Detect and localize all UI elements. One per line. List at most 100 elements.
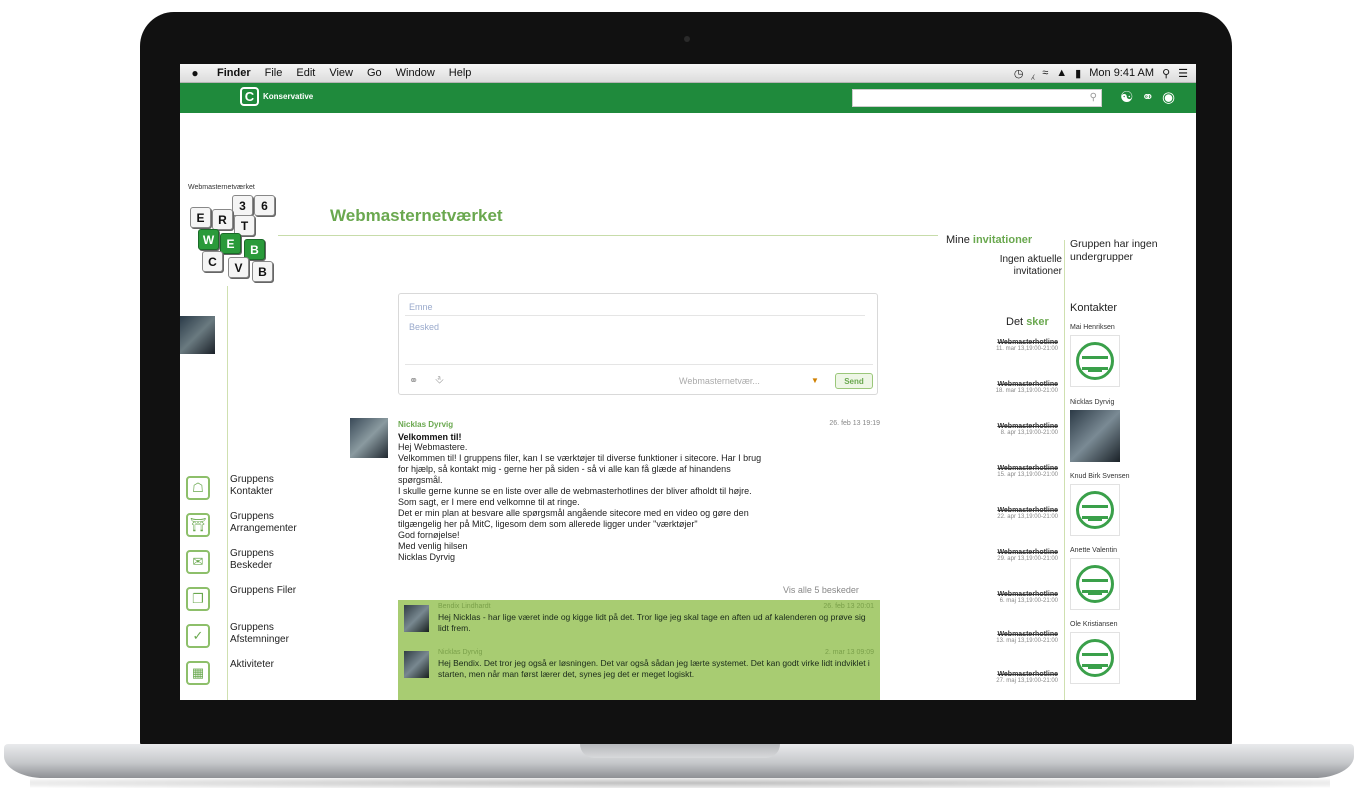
contact-name[interactable]: Mai Henriksen <box>1070 324 1190 331</box>
contact-card[interactable]: Mai Henriksen <box>1070 324 1190 387</box>
show-all-link[interactable]: Vis alle 5 beskeder <box>783 585 859 595</box>
reply-text: Hej Bendix. Det tror jeg også er løsning… <box>438 658 870 679</box>
event-item[interactable]: Webmasterhotline 22. apr 13,19:00-21:00 <box>940 507 1058 520</box>
invitations-title-prefix: Mine <box>946 234 970 246</box>
avatar[interactable] <box>1070 484 1120 536</box>
logo-mark: C <box>240 87 259 106</box>
site-logo[interactable]: C Konservative <box>240 87 313 106</box>
files-icon: ❐ <box>186 587 210 611</box>
logo-key: W <box>198 229 219 250</box>
menu-view[interactable]: View <box>322 67 360 79</box>
event-item[interactable]: Webmasterhotline 18. mar 13,19:00-21:00 <box>940 381 1058 394</box>
menu-edit[interactable]: Edit <box>289 67 322 79</box>
send-button[interactable]: Send <box>835 373 873 389</box>
reply-author[interactable]: Nicklas Dyrvig <box>438 649 482 656</box>
contacts-icon: ☖ <box>186 476 210 500</box>
events-title-accent: sker <box>1026 316 1049 328</box>
contact-card[interactable]: Knud Birk Svensen <box>1070 473 1190 536</box>
recipient-select[interactable]: Webmasternetvær... <box>679 376 760 386</box>
avatar[interactable] <box>404 651 429 678</box>
menu-window[interactable]: Window <box>389 67 442 79</box>
contact-card[interactable]: Ole Kristiansen <box>1070 621 1190 684</box>
network-icon[interactable]: ⚭ <box>1141 88 1154 106</box>
post-line: God fornøjelse! <box>398 530 460 540</box>
event-name: Webmasterhotline <box>997 631 1058 638</box>
groups-icon[interactable]: ☯ <box>1120 88 1133 106</box>
event-date: 18. mar 13,19:00-21:00 <box>995 388 1058 394</box>
event-date: 27. maj 13,19:00-21:00 <box>996 678 1058 684</box>
avatar[interactable] <box>1070 410 1120 462</box>
contact-card[interactable]: Anette Valentin <box>1070 547 1190 610</box>
event-item[interactable]: Webmasterhotline 6. maj 13,19:00-21:00 <box>940 591 1058 604</box>
menu-help[interactable]: Help <box>442 67 479 79</box>
post-line: Velkommen til! I gruppens filer, kan I s… <box>398 453 762 463</box>
avatar[interactable] <box>1070 335 1120 387</box>
time-machine-icon[interactable]: ◷ <box>1014 67 1024 80</box>
paperclip-icon[interactable]: ⎀ <box>435 374 444 387</box>
contact-name[interactable]: Ole Kristiansen <box>1070 621 1190 628</box>
reply-author[interactable]: Bendix Lindhardt <box>438 603 491 610</box>
chevron-down-icon[interactable]: ▼ <box>811 376 819 385</box>
events-title: Det sker <box>1006 316 1049 328</box>
message-input[interactable] <box>405 320 873 365</box>
avatar[interactable] <box>350 418 388 458</box>
subgroups-text: Gruppen har ingen undergrupper <box>1070 238 1158 263</box>
event-date: 15. apr 13,19:00-21:00 <box>997 472 1058 478</box>
nav-item-polls[interactable]: ✓ Gruppens Afstemninger <box>186 622 310 659</box>
apple-menu-icon[interactable]: ● <box>180 66 210 80</box>
post-author[interactable]: Nicklas Dyrvig <box>398 420 453 429</box>
event-item[interactable]: Webmasterhotline 11. mar 13,19:00-21:00 <box>940 339 1058 352</box>
avatar[interactable] <box>404 605 429 632</box>
default-avatar-icon <box>1076 491 1114 529</box>
contact-name[interactable]: Nicklas Dyrvig <box>1070 399 1190 406</box>
avatar[interactable] <box>180 316 215 354</box>
menu-go[interactable]: Go <box>360 67 389 79</box>
nav-label: Gruppens Kontakter <box>230 474 274 497</box>
search-icon[interactable]: ⚲ <box>1090 92 1097 103</box>
nav-item-messages[interactable]: ✉ Gruppens Beskeder <box>186 548 310 585</box>
nav-item-contacts[interactable]: ☖ Gruppens Kontakter <box>186 474 310 511</box>
menu-file[interactable]: File <box>258 67 290 79</box>
event-item[interactable]: Webmasterhotline 13. maj 13,19:00-21:00 <box>940 631 1058 644</box>
bluetooth-icon[interactable]: ⁁ <box>1031 67 1034 80</box>
menu-finder[interactable]: Finder <box>210 67 258 79</box>
page-title: Webmasternetværket <box>330 206 503 225</box>
event-date: 11. mar 13,19:00-21:00 <box>996 346 1058 352</box>
nav-item-activities[interactable]: ▦ Aktiviteter <box>186 659 310 696</box>
contact-name[interactable]: Anette Valentin <box>1070 547 1190 554</box>
contact-card[interactable]: Nicklas Dyrvig <box>1070 399 1190 462</box>
notification-center-icon[interactable]: ☰ <box>1178 67 1188 80</box>
event-date: 6. maj 13,19:00-21:00 <box>999 598 1058 604</box>
invitations-empty: Ingen aktuelle invitationer <box>999 254 1062 277</box>
clock[interactable]: Mon 9:41 AM <box>1089 67 1154 79</box>
avatar[interactable] <box>1070 632 1120 684</box>
reply-item: Nicklas Dyrvig 2. mar 13 09:09 Hej Bendi… <box>404 648 876 700</box>
logo-key: 3 <box>232 195 253 216</box>
event-item[interactable]: Webmasterhotline 27. maj 13,19:00-21:00 <box>940 671 1058 684</box>
avatar[interactable] <box>1070 558 1120 610</box>
menubar-status: ◷ ⁁ ≈ ▲ ▮ Mon 9:41 AM ⚲ ☰ <box>1014 67 1196 80</box>
event-item[interactable]: Webmasterhotline 29. apr 13,19:00-21:00 <box>940 549 1058 562</box>
battery-icon[interactable]: ▮ <box>1075 67 1081 80</box>
wifi-icon[interactable]: ≈ <box>1042 67 1048 79</box>
search-box[interactable]: ⚲ <box>852 89 1102 107</box>
volume-icon[interactable]: ▲ <box>1056 67 1067 79</box>
default-avatar-icon <box>1076 565 1114 603</box>
event-item[interactable]: Webmasterhotline 8. apr 13,19:00-21:00 <box>940 423 1058 436</box>
logo-key: C <box>202 251 223 272</box>
attach-link-icon[interactable]: ⚭ <box>409 374 418 387</box>
logo-key: V <box>228 257 249 278</box>
event-date: 22. apr 13,19:00-21:00 <box>997 514 1058 520</box>
subject-input[interactable] <box>405 298 865 316</box>
profile-icon[interactable]: ◉ <box>1162 88 1175 106</box>
header-icons: ☯ ⚭ ◉ <box>1120 88 1175 106</box>
camera <box>684 36 690 42</box>
nav-item-events[interactable]: ⛩ Gruppens Arrangementer <box>186 511 310 548</box>
event-name: Webmasterhotline <box>997 381 1058 388</box>
event-item[interactable]: Webmasterhotline 15. apr 13,19:00-21:00 <box>940 465 1058 478</box>
message-composer: ⚭ ⎀ Webmasternetvær... ▼ Send <box>398 293 878 395</box>
title-divider <box>278 235 938 236</box>
nav-item-files[interactable]: ❐ Gruppens Filer <box>186 585 310 622</box>
spotlight-icon[interactable]: ⚲ <box>1162 67 1170 80</box>
contact-name[interactable]: Knud Birk Svensen <box>1070 473 1190 480</box>
